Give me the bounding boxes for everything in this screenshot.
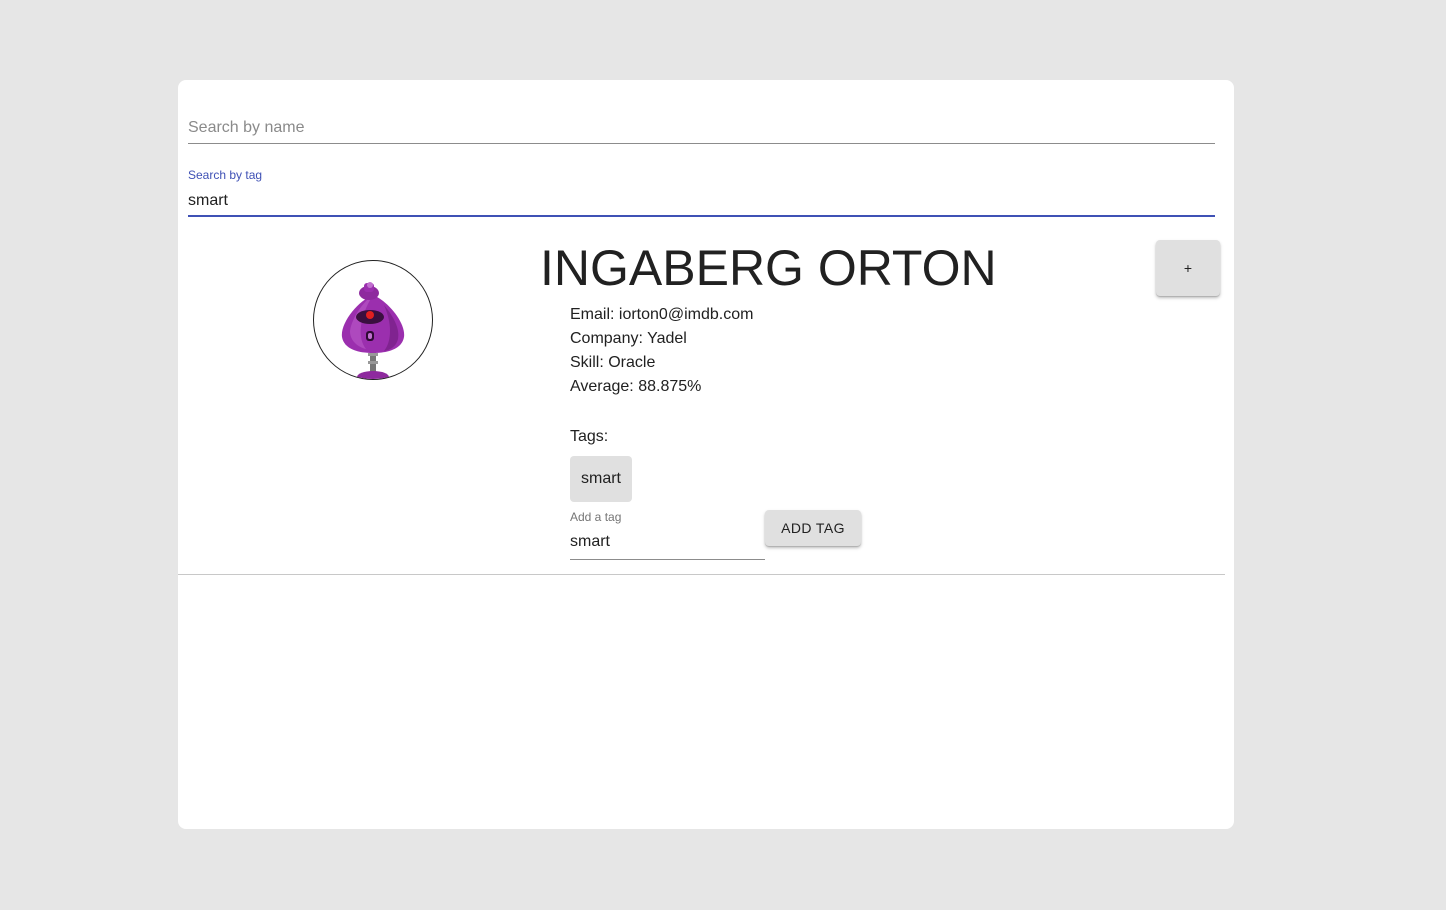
student-divider (178, 574, 1225, 575)
search-by-name-input[interactable] (188, 118, 1215, 138)
expand-grades-button[interactable]: + (1156, 240, 1220, 296)
student-details: Email: iorton0@imdb.com Company: Yadel S… (570, 303, 753, 399)
student-card-container: Search by tag INGABERG ORTON + (178, 80, 1234, 829)
add-tag-underline (570, 559, 765, 560)
student-skill: Skill: Oracle (570, 354, 656, 371)
tags-label: Tags: (570, 428, 609, 445)
add-tag-label: Add a tag (570, 510, 622, 524)
student-company: Company: Yadel (570, 330, 687, 347)
search-by-name-underline (188, 143, 1215, 144)
student-average: Average: 88.875% (570, 378, 702, 395)
tag-chip: smart (570, 456, 632, 502)
student-email: Email: iorton0@imdb.com (570, 306, 754, 323)
search-by-tag-label: Search by tag (188, 168, 263, 182)
add-tag-input[interactable] (570, 532, 765, 552)
search-by-name-field[interactable] (188, 118, 1215, 144)
add-tag-field[interactable]: Add a tag (570, 510, 765, 560)
student-avatar (313, 260, 433, 380)
robot-avatar-icon (341, 282, 405, 379)
search-by-tag-input[interactable] (188, 190, 1215, 212)
add-tag-button[interactable]: ADD TAG (765, 510, 861, 546)
search-by-tag-field[interactable]: Search by tag (188, 168, 1215, 217)
search-by-tag-underline (188, 215, 1215, 217)
student-name-heading: INGABERG ORTON (540, 240, 997, 296)
